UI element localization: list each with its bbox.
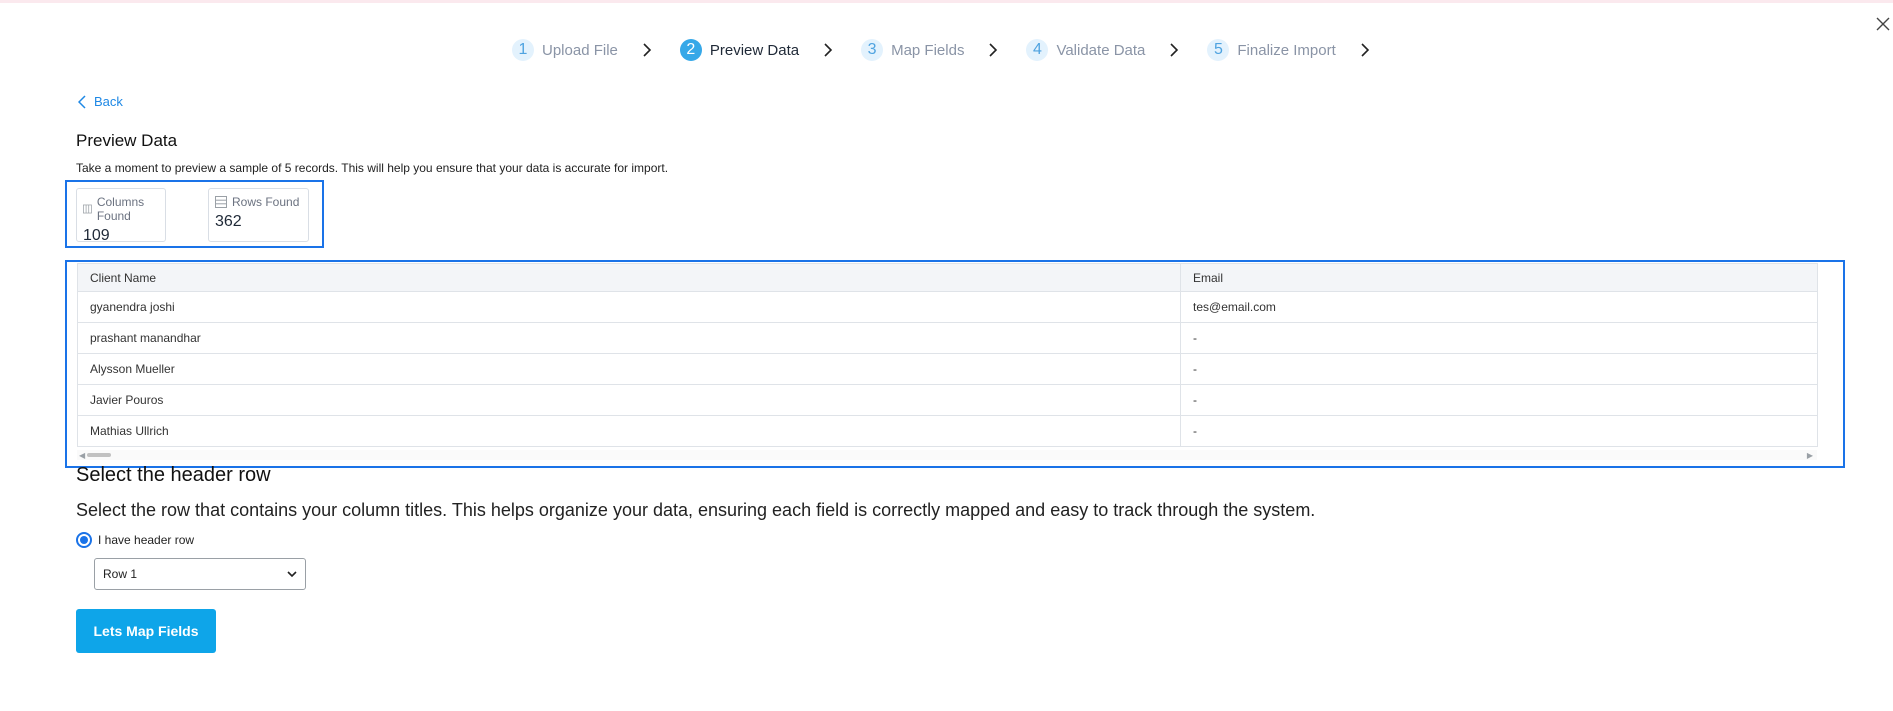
table-row: Javier Pouros - [77,384,1818,416]
column-header: Email [1180,263,1818,292]
rows-found-label-row: Rows Found [215,195,302,209]
step-label: Preview Data [709,41,800,59]
step-label: Validate Data [1056,41,1146,59]
header-row-radio-label: I have header row [98,533,195,547]
rows-found-value: 362 [215,213,242,230]
table-cell: Mathias Ullrich [77,415,1181,447]
close-button[interactable] [1873,14,1893,34]
header-row-title: Select the header row [76,464,271,486]
table-cell: - [1180,415,1818,447]
chevron-right-icon [1167,38,1181,62]
step-number: 3 [861,39,884,61]
scrollbar-thumb[interactable] [87,453,111,457]
step-number: 5 [1207,39,1230,61]
import-stepper: 1 Upload File 2 Preview Data 3 Map Field… [512,38,1398,62]
columns-found-label-row: Columns Found [83,195,159,223]
top-border-line [0,0,1893,3]
step-map-fields[interactable]: 3 Map Fields [861,39,964,61]
rows-found-card: Rows Found 362 [208,188,309,242]
chevron-right-icon [821,38,835,62]
columns-found-card: Columns Found 109 [76,188,166,244]
header-row-description: Select the row that contains your column… [76,500,1316,520]
preview-table-highlight: Client Name Email gyanendra joshi tes@em… [65,260,1845,468]
preview-table-container: Client Name Email gyanendra joshi tes@em… [77,263,1818,447]
table-cell: - [1180,322,1818,354]
scroll-right-icon[interactable]: ▶ [1807,451,1813,460]
columns-icon [83,204,92,214]
header-row-option[interactable]: I have header row [76,532,194,548]
step-label: Upload File [542,41,618,59]
step-label: Finalize Import [1237,41,1336,59]
chevron-down-icon [287,571,297,578]
step-validate-data[interactable]: 4 Validate Data [1026,39,1145,61]
table-row: Alysson Mueller - [77,353,1818,385]
step-number: 1 [512,39,534,61]
close-icon [1876,17,1890,31]
table-cell: prashant manandhar [77,322,1181,354]
preview-table: Client Name Email gyanendra joshi tes@em… [77,263,1818,447]
stats-highlight: Columns Found 109 Rows Found 362 [65,180,324,248]
rows-icon [215,196,227,208]
step-upload-file[interactable]: 1 Upload File [512,39,618,61]
lets-map-fields-button[interactable]: Lets Map Fields [76,609,216,653]
step-preview-data[interactable]: 2 Preview Data [679,39,800,61]
chevron-right-icon [640,38,654,62]
step-finalize-import[interactable]: 5 Finalize Import [1207,39,1336,61]
page-description: Take a moment to preview a sample of 5 r… [76,161,669,175]
column-header: Client Name [77,263,1181,292]
step-label: Map Fields [891,41,965,59]
chevron-right-icon [1358,38,1372,62]
table-row: gyanendra joshi tes@email.com [77,291,1818,323]
horizontal-scrollbar[interactable]: ◀ ▶ [77,450,1817,460]
table-cell: Alysson Mueller [77,353,1181,385]
rows-found-label: Rows Found [232,195,300,209]
back-label: Back [94,94,123,109]
columns-found-value: 109 [83,227,110,244]
chevron-right-icon [986,38,1000,62]
header-row-select-value: Row 1 [103,567,138,581]
columns-found-label: Columns Found [96,195,145,223]
table-cell: tes@email.com [1180,291,1818,323]
table-header-row: Client Name Email [77,263,1818,292]
step-number: 4 [1026,39,1049,61]
chevron-left-icon [78,94,86,109]
page-title: Preview Data [76,131,178,150]
back-link[interactable]: Back [78,94,123,109]
radio-selected-dot [80,536,88,544]
table-cell: gyanendra joshi [77,291,1181,323]
step-number: 2 [679,39,702,61]
table-cell: Javier Pouros [77,384,1181,416]
header-row-select[interactable]: Row 1 [94,558,306,590]
table-row: prashant manandhar - [77,322,1818,354]
header-row-radio[interactable] [76,532,92,548]
table-cell: - [1180,353,1818,385]
scroll-left-icon[interactable]: ◀ [79,451,85,460]
table-row: Mathias Ullrich - [77,415,1818,447]
table-cell: - [1180,384,1818,416]
